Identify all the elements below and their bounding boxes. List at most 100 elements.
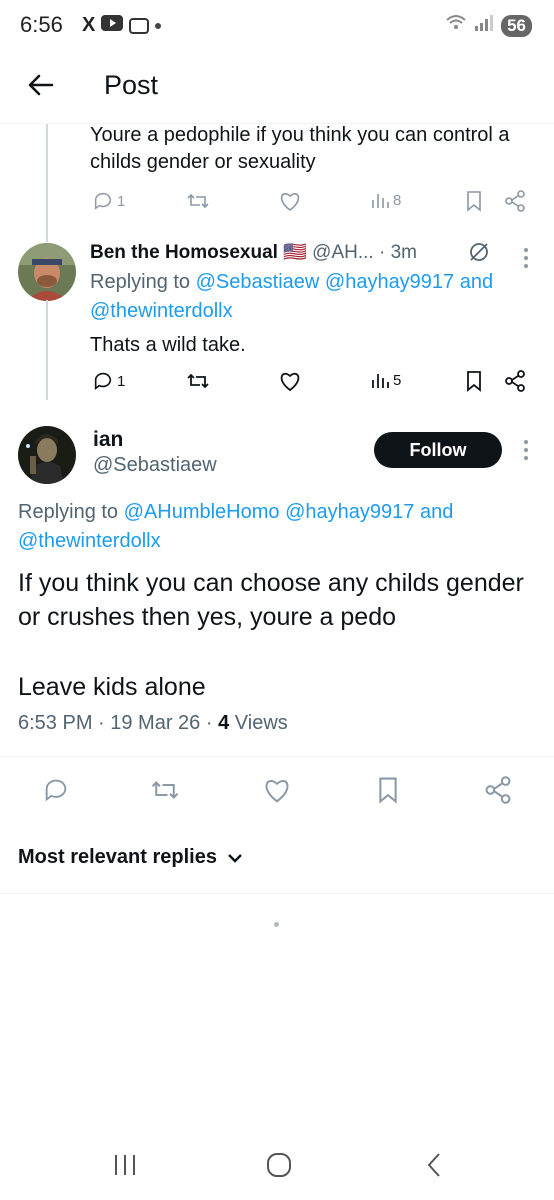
more-options-icon[interactable] bbox=[523, 439, 529, 461]
battery-icon: 56 bbox=[501, 14, 532, 37]
signal-icon bbox=[475, 15, 494, 36]
user-avatar-image bbox=[18, 426, 76, 484]
avatar[interactable] bbox=[18, 426, 76, 484]
bookmark-button[interactable] bbox=[375, 776, 401, 804]
mention-link[interactable]: @hayhay9917 bbox=[285, 501, 414, 523]
mention-link[interactable]: @Sebastiaew bbox=[196, 271, 320, 293]
views-chart-icon bbox=[372, 194, 389, 208]
page-title: Post bbox=[104, 70, 159, 100]
like-button[interactable] bbox=[278, 190, 302, 212]
views-count: 8 bbox=[393, 191, 402, 209]
screenshot-icon bbox=[129, 17, 150, 34]
share-icon bbox=[505, 370, 525, 392]
home-icon bbox=[267, 1153, 291, 1177]
main-tweet-text: If you think you can choose any childs g… bbox=[18, 569, 524, 631]
youtube-icon bbox=[101, 15, 124, 36]
main-tweet-text: Leave kids alone bbox=[18, 673, 206, 701]
replies-sort-label: Most relevant replies bbox=[18, 846, 217, 868]
comment-icon bbox=[94, 372, 112, 390]
avatar[interactable] bbox=[18, 243, 76, 301]
status-bar: 6:56 X 56 bbox=[0, 0, 554, 52]
reply-button[interactable]: 1 bbox=[92, 370, 125, 392]
chevron-left-icon bbox=[427, 1153, 440, 1177]
post-header: Post bbox=[0, 52, 554, 124]
retweet-icon bbox=[187, 373, 209, 389]
heart-icon bbox=[265, 780, 289, 803]
views-button[interactable]: 8 bbox=[370, 190, 401, 210]
grok-icon[interactable] bbox=[468, 241, 490, 268]
views-button[interactable]: 5 bbox=[370, 370, 401, 390]
prev-tweet-actions: 1 8 bbox=[90, 190, 530, 220]
share-button[interactable] bbox=[504, 190, 526, 212]
author-name[interactable]: Ben the Homosexual bbox=[90, 242, 278, 263]
user-avatar-image bbox=[18, 243, 76, 301]
retweet-button[interactable] bbox=[186, 190, 210, 212]
views-count: 5 bbox=[393, 371, 402, 389]
reply-button[interactable] bbox=[42, 776, 70, 804]
reply-tweet-actions: 1 5 bbox=[90, 370, 530, 400]
share-icon bbox=[505, 190, 525, 212]
chevron-down-icon bbox=[228, 853, 242, 863]
author-handle: @Sebastiaew bbox=[93, 454, 217, 476]
thread-line bbox=[46, 300, 48, 400]
replies-sort-dropdown[interactable]: Most relevant replies bbox=[18, 846, 243, 869]
views-count: 4 bbox=[218, 712, 230, 734]
bookmark-icon bbox=[379, 777, 397, 804]
heart-icon bbox=[280, 193, 300, 211]
divider bbox=[0, 893, 554, 894]
post-timestamp: 6:53 PM · 19 Mar 26 · bbox=[18, 712, 213, 734]
replying-to: Replying to @AHumbleHomo @hayhay9917 and… bbox=[18, 501, 454, 552]
reply-button[interactable]: 1 bbox=[92, 190, 125, 212]
bookmark-button[interactable] bbox=[464, 190, 484, 212]
retweet-button[interactable] bbox=[150, 776, 180, 804]
bookmark-icon bbox=[467, 371, 481, 392]
x-app-icon: X bbox=[82, 14, 96, 36]
back-button[interactable] bbox=[26, 70, 56, 100]
like-button[interactable] bbox=[278, 370, 302, 392]
home-button[interactable] bbox=[266, 1152, 292, 1183]
share-icon bbox=[485, 776, 511, 804]
status-time: 6:56 bbox=[20, 12, 63, 37]
replying-to: Replying to @Sebastiaew @hayhay9917 and … bbox=[90, 271, 494, 322]
bookmark-icon bbox=[467, 191, 481, 212]
mention-link[interactable]: @AHumbleHomo bbox=[124, 501, 280, 523]
post-meta: 6:53 PM · 19 Mar 26 · 4 Views bbox=[18, 712, 288, 735]
views-chart-icon bbox=[372, 374, 389, 388]
bookmark-button[interactable] bbox=[464, 370, 484, 392]
author-name[interactable]: ian bbox=[93, 428, 123, 452]
views-label: Views bbox=[234, 712, 288, 734]
follow-button[interactable]: Follow bbox=[374, 432, 502, 468]
share-button[interactable] bbox=[484, 776, 512, 804]
like-button[interactable] bbox=[262, 776, 292, 804]
comment-icon bbox=[94, 192, 112, 210]
post-time: · 3m bbox=[378, 242, 417, 263]
reply-count: 1 bbox=[117, 192, 126, 210]
back-nav-button[interactable] bbox=[424, 1152, 444, 1183]
recent-apps-icon bbox=[115, 1155, 135, 1175]
arrow-left-icon bbox=[28, 74, 54, 96]
share-button[interactable] bbox=[504, 370, 526, 392]
thread-line bbox=[46, 124, 48, 242]
notification-dot-icon bbox=[155, 22, 162, 29]
prev-tweet-text: Youre a pedophile if you think you can c… bbox=[90, 124, 510, 173]
wifi-icon bbox=[445, 14, 467, 37]
retweet-icon bbox=[187, 193, 209, 209]
retweet-icon bbox=[151, 781, 179, 799]
mention-link[interactable]: @hayhay9917 bbox=[325, 271, 454, 293]
mention-link[interactable]: @thewinterdollx bbox=[18, 530, 161, 552]
reply-count: 1 bbox=[117, 372, 126, 390]
recent-apps-button[interactable] bbox=[112, 1152, 138, 1183]
reply-author: Ben the Homosexual 🇺🇸 @AH... · 3m bbox=[90, 240, 417, 264]
comment-icon bbox=[45, 779, 67, 802]
more-options-icon[interactable] bbox=[523, 247, 529, 269]
us-flag-icon: 🇺🇸 bbox=[283, 242, 307, 263]
mention-link[interactable]: @thewinterdollx bbox=[90, 300, 233, 322]
main-tweet-actions bbox=[0, 772, 554, 812]
heart-icon bbox=[280, 372, 300, 392]
system-nav-bar bbox=[0, 1130, 554, 1200]
retweet-button[interactable] bbox=[186, 370, 210, 392]
loading-indicator bbox=[274, 922, 279, 927]
reply-tweet-text: Thats a wild take. bbox=[90, 334, 246, 356]
divider bbox=[0, 756, 554, 757]
author-handle: @AH... bbox=[312, 242, 374, 263]
